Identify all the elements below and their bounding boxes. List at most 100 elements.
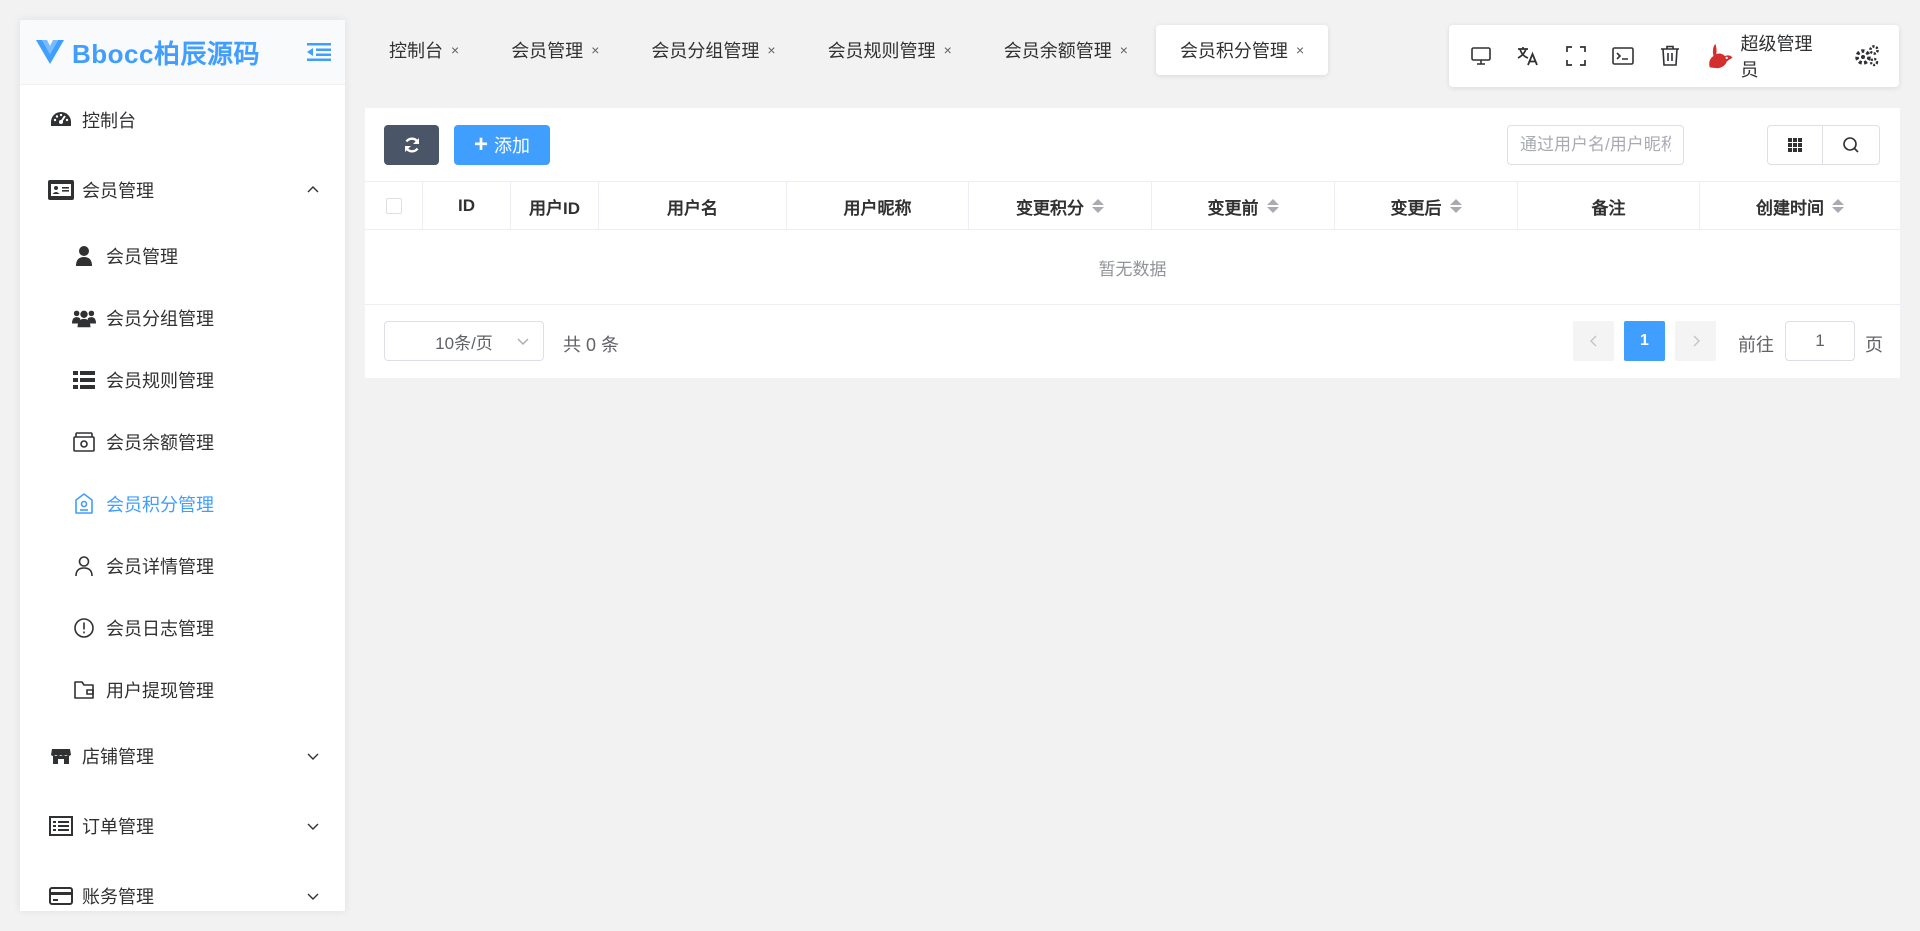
prev-page-button[interactable] xyxy=(1573,321,1614,361)
table-header-cell: 用户名 xyxy=(599,182,787,230)
chevron-down-icon xyxy=(517,338,529,345)
chevron-down-icon xyxy=(307,893,319,900)
fullscreen-button[interactable] xyxy=(1552,31,1599,81)
clear-cache-button[interactable] xyxy=(1647,31,1694,81)
tab-member-balance[interactable]: 会员余额管理 × xyxy=(980,25,1152,75)
refresh-button[interactable] xyxy=(384,125,439,165)
tab-dashboard[interactable]: 控制台 × xyxy=(365,25,483,75)
add-button[interactable]: + 添加 xyxy=(454,125,550,165)
next-page-button[interactable] xyxy=(1675,321,1716,361)
column-toggle-button[interactable] xyxy=(1767,125,1823,165)
sidebar-subitem-member-balance[interactable]: 会员余额管理 xyxy=(20,411,345,473)
table-header-cell-sortable[interactable]: 变更前 xyxy=(1152,182,1335,230)
table-header-cell-sortable[interactable]: 变更后 xyxy=(1335,182,1518,230)
users-icon xyxy=(72,306,96,330)
list-icon xyxy=(72,368,96,392)
table-header-cell: 备注 xyxy=(1518,182,1700,230)
search-input[interactable] xyxy=(1507,125,1684,165)
close-icon[interactable]: × xyxy=(591,42,599,58)
alert-circle-icon xyxy=(72,616,96,640)
sidebar-item-label: 订单管理 xyxy=(82,817,154,837)
page-unit-label: 页 xyxy=(1865,335,1883,355)
menu-fold-icon[interactable] xyxy=(307,42,331,62)
sidebar-subitem-member-detail[interactable]: 会员详情管理 xyxy=(20,535,345,597)
tab-label: 会员积分管理 xyxy=(1179,41,1288,61)
sidebar-subitem-member-log[interactable]: 会员日志管理 xyxy=(20,597,345,659)
close-icon[interactable]: × xyxy=(767,42,775,58)
table-header-cell-sortable[interactable]: 变更积分 xyxy=(969,182,1152,230)
sidebar-item-finance[interactable]: 账务管理 xyxy=(20,861,345,911)
sidebar-subitem-member[interactable]: 会员管理 xyxy=(20,225,345,287)
table-header-cell: 用户昵称 xyxy=(787,182,969,230)
sidebar-subitem-label: 会员积分管理 xyxy=(106,495,214,515)
column-label: 备注 xyxy=(1591,198,1626,218)
sidebar-item-dashboard[interactable]: 控制台 xyxy=(20,85,345,155)
settings-button[interactable] xyxy=(1844,31,1891,81)
sidebar-subitem-label: 用户提现管理 xyxy=(106,681,214,701)
sidebar-subitem-withdraw[interactable]: 用户提现管理 xyxy=(20,659,345,721)
monitor-button[interactable] xyxy=(1457,31,1504,81)
id-card-icon xyxy=(48,177,74,203)
table-header-cell-sortable[interactable]: 创建时间 xyxy=(1700,182,1900,230)
sort-icon[interactable] xyxy=(1092,199,1104,213)
refresh-icon xyxy=(404,137,419,153)
sort-icon[interactable] xyxy=(1266,199,1279,213)
sidebar-subitem-member-rule[interactable]: 会员规则管理 xyxy=(20,349,345,411)
table-toolbar: + 添加 xyxy=(365,108,1900,180)
empty-state: 暂无数据 xyxy=(365,230,1900,305)
sort-icon[interactable] xyxy=(1832,199,1844,213)
page-number-current[interactable]: 1 xyxy=(1624,321,1665,361)
tab-member-rule[interactable]: 会员规则管理 × xyxy=(804,25,976,75)
sidebar-subitem-label: 会员详情管理 xyxy=(106,557,214,577)
user-menu[interactable]: 超级管理员 xyxy=(1704,30,1825,82)
sidebar-item-order[interactable]: 订单管理 xyxy=(20,791,345,861)
sidebar-subitem-member-group[interactable]: 会员分组管理 xyxy=(20,287,345,349)
close-icon[interactable]: × xyxy=(1120,42,1128,58)
column-label: 变更前 xyxy=(1207,198,1259,218)
close-icon[interactable]: × xyxy=(944,42,952,58)
add-button-label: 添加 xyxy=(494,136,530,156)
pagination: 10条/页 共 0 条 1 前往 页 xyxy=(365,305,1900,378)
language-button[interactable] xyxy=(1504,31,1551,81)
logo-bar: Bbocc柏辰源码 xyxy=(20,20,345,85)
sidebar-item-label: 店铺管理 xyxy=(82,747,154,767)
sidebar-item-label: 会员管理 xyxy=(82,181,154,201)
tab-member-group[interactable]: 会员分组管理 × xyxy=(627,25,799,75)
terminal-button[interactable] xyxy=(1599,31,1646,81)
chevron-up-icon xyxy=(307,186,319,193)
sidebar-item-store[interactable]: 店铺管理 xyxy=(20,721,345,791)
sidebar-item-member[interactable]: 会员管理 xyxy=(20,155,345,225)
table-header-cell: ID xyxy=(423,182,511,230)
tab-member[interactable]: 会员管理 × xyxy=(487,25,623,75)
page-size-value: 10条/页 xyxy=(435,333,493,353)
tab-bar: 控制台 × 会员管理 × 会员分组管理 × 会员规则管理 × 会员余额管理 × … xyxy=(365,25,1332,75)
purse-icon xyxy=(72,678,96,702)
trash-icon xyxy=(1661,45,1680,66)
sidebar: Bbocc柏辰源码 控制台 会员管理 会员管理 会员分组管理 会员规则管理 会员… xyxy=(20,20,345,911)
sidebar-item-label: 账务管理 xyxy=(82,887,154,907)
chevron-down-icon xyxy=(307,823,319,830)
close-icon[interactable]: × xyxy=(451,42,459,58)
column-label: ID xyxy=(458,196,475,215)
gears-icon xyxy=(1855,45,1880,67)
terminal-icon xyxy=(1612,47,1634,65)
column-label: 用户名 xyxy=(667,198,718,218)
column-label: 变更后 xyxy=(1390,198,1442,218)
goto-page-input[interactable] xyxy=(1785,321,1855,361)
sidebar-subitem-member-points[interactable]: 会员积分管理 xyxy=(20,473,345,535)
sort-icon[interactable] xyxy=(1449,199,1462,213)
select-all-checkbox[interactable] xyxy=(385,198,402,214)
chevron-down-icon xyxy=(307,753,319,760)
avatar xyxy=(1709,43,1733,69)
page-size-select[interactable]: 10条/页 xyxy=(384,321,544,361)
tab-member-points[interactable]: 会员积分管理 × xyxy=(1155,25,1329,75)
store-icon xyxy=(48,743,74,769)
column-label: 用户ID xyxy=(529,198,580,218)
close-icon[interactable]: × xyxy=(1296,42,1304,58)
goto-label: 前往 xyxy=(1738,335,1774,355)
sidebar-subitem-label: 会员管理 xyxy=(106,247,178,267)
search-toggle-button[interactable] xyxy=(1823,125,1880,165)
content-panel: + 添加 ID 用户ID 用户名 xyxy=(365,108,1900,378)
topbar-actions: 超级管理员 xyxy=(1449,25,1899,87)
tab-label: 控制台 xyxy=(389,41,443,61)
